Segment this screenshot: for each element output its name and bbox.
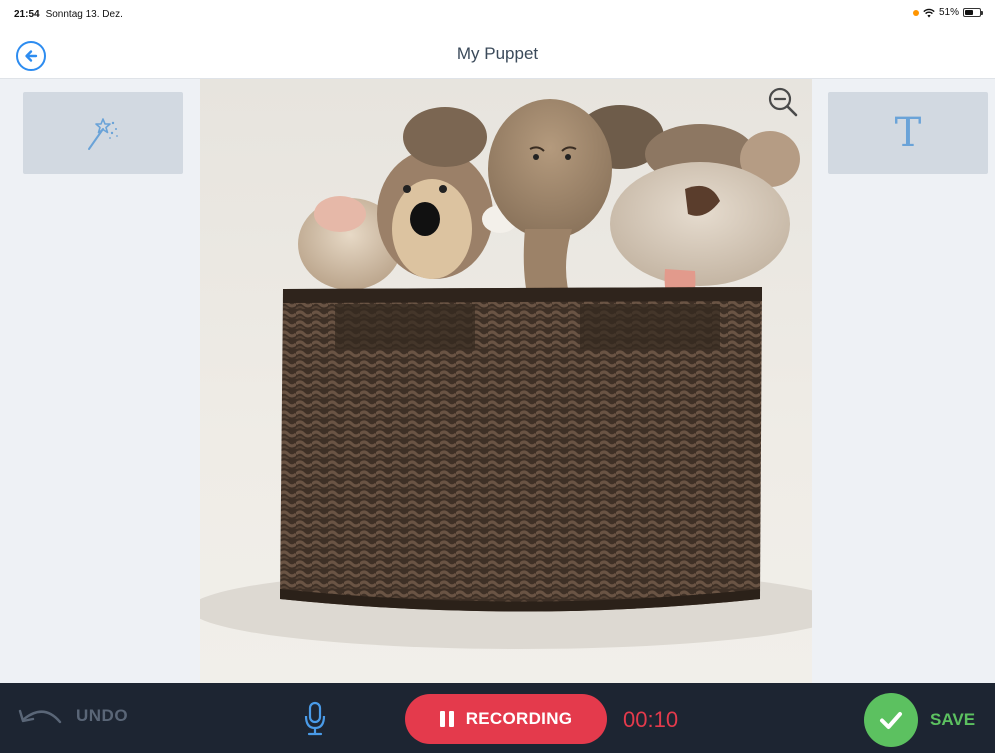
- nav-bar: My Puppet: [0, 32, 995, 79]
- photo-canvas[interactable]: [200, 79, 812, 683]
- wifi-icon: [923, 8, 935, 17]
- magic-wand-icon: [88, 118, 118, 150]
- undo-label: UNDO: [76, 706, 129, 725]
- status-time: 21:54: [14, 9, 40, 20]
- undo-icon: [18, 709, 62, 724]
- status-date: Sonntag 13. Dez.: [45, 9, 123, 20]
- mic-indicator-dot: [912, 9, 919, 16]
- status-bar: 21:54 Sonntag 13. Dez. 51%: [0, 0, 995, 32]
- microphone-button[interactable]: [302, 701, 328, 742]
- zoom-out-button[interactable]: [766, 85, 800, 119]
- text-tool-button[interactable]: T: [828, 92, 988, 174]
- recording-label: RECORDING: [465, 709, 573, 728]
- left-tool-panel: [0, 79, 200, 683]
- battery-percent: 51%: [938, 7, 959, 18]
- pause-icon: [439, 711, 454, 727]
- page-title: My Puppet: [456, 44, 539, 63]
- recording-button[interactable]: RECORDING: [405, 694, 607, 744]
- right-tool-panel: T: [812, 79, 995, 683]
- magic-wand-button[interactable]: [23, 92, 183, 174]
- recording-timer: 00:10: [623, 707, 679, 732]
- microphone-icon: [304, 701, 326, 736]
- bottom-toolbar: UNDO RECORDING 00:10 SAVE: [0, 683, 995, 753]
- checkmark-icon: [864, 693, 918, 747]
- battery-icon: [963, 8, 983, 17]
- zoom-out-icon: [768, 87, 798, 117]
- status-time-date: 21:54 Sonntag 13. Dez.: [14, 9, 129, 20]
- text-icon: T: [894, 110, 922, 156]
- save-label: SAVE: [930, 710, 976, 729]
- puppet-photo: [200, 99, 812, 649]
- status-indicators: 51%: [912, 7, 983, 18]
- save-button[interactable]: SAVE: [864, 693, 975, 747]
- undo-button[interactable]: UNDO: [14, 705, 128, 727]
